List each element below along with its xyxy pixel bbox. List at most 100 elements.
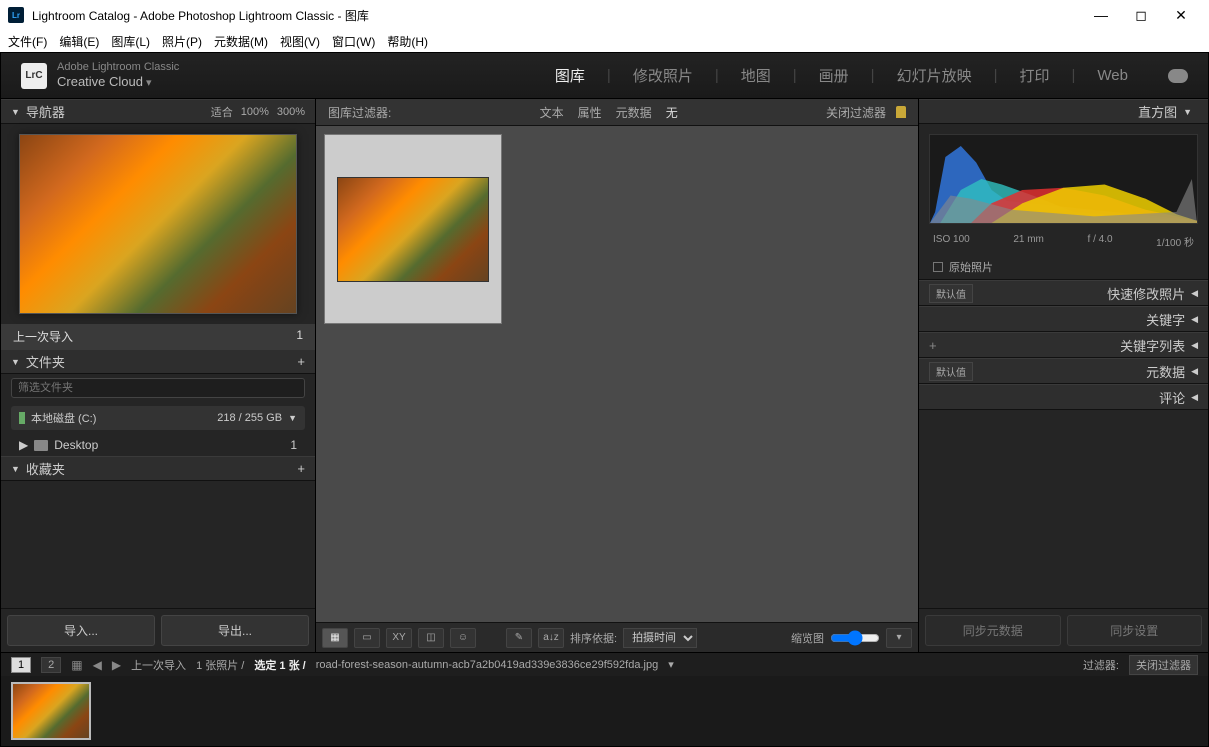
add-folder-icon[interactable]: + <box>297 354 305 369</box>
quick-develop-header[interactable]: 默认值 快速修改照片 ◀ <box>919 280 1208 306</box>
navigator-preview[interactable] <box>19 134 297 314</box>
grid-view-button[interactable]: ▦ <box>322 628 348 648</box>
menu-help[interactable]: 帮助(H) <box>387 33 428 50</box>
menu-metadata[interactable]: 元数据(M) <box>214 33 268 50</box>
volume-label: 本地磁盘 (C:) <box>31 410 96 426</box>
keywords-title: 关键字 <box>1146 310 1185 329</box>
zoom-300[interactable]: 300% <box>277 106 305 118</box>
survey-view-button[interactable]: ◫ <box>418 628 444 648</box>
collapse-icon: ◀ <box>1191 314 1198 325</box>
quickdev-preset[interactable]: 默认值 <box>929 284 973 303</box>
next-icon[interactable]: ▶ <box>112 658 121 672</box>
menu-library[interactable]: 图库(L) <box>111 33 150 50</box>
sort-direction-button[interactable]: a↓z <box>538 628 564 648</box>
left-panel: ▼ 导航器 适合 100% 300% 上一次导入 1 ▼ 文件夹 + <box>1 99 316 652</box>
screen-2-button[interactable]: 2 <box>41 657 61 673</box>
folder-filter-input[interactable] <box>11 378 305 398</box>
strip-selected: 选定 1 张 / <box>254 657 305 673</box>
volume-row[interactable]: 本地磁盘 (C:) 218 / 255 GB ▼ <box>11 406 305 430</box>
histo-shutter: 1/100 秒 <box>1156 234 1194 249</box>
menu-edit[interactable]: 编辑(E) <box>59 33 99 50</box>
comments-header[interactable]: 评论 ◀ <box>919 384 1208 410</box>
strip-filter-value[interactable]: 关闭过滤器 <box>1129 655 1198 675</box>
navigator-header[interactable]: ▼ 导航器 适合 100% 300% <box>1 99 315 124</box>
keyword-list-title: 关键字列表 <box>1120 336 1185 355</box>
filter-close[interactable]: 关闭过滤器 <box>826 104 886 121</box>
sort-select[interactable]: 拍摄时间 <box>623 628 697 648</box>
strip-filter-label: 过滤器: <box>1083 657 1119 673</box>
folder-icon <box>34 440 48 451</box>
histo-aperture: f / 4.0 <box>1088 234 1113 249</box>
right-panel: 直方图 ▼ ISO 100 21 mm f / 4.0 1/100 秒 <box>918 99 1208 652</box>
loupe-view-button[interactable]: ▭ <box>354 628 380 648</box>
library-filter-bar: 图库过滤器: 文本 属性 元数据 无 关闭过滤器 <box>316 99 918 126</box>
histogram-chart[interactable] <box>929 134 1198 224</box>
prev-icon[interactable]: ◀ <box>93 658 102 672</box>
keyword-list-header[interactable]: + 关键字列表 ◀ <box>919 332 1208 358</box>
menu-file[interactable]: 文件(F) <box>8 33 47 50</box>
grid-icon[interactable]: ▦ <box>71 658 82 672</box>
maximize-button[interactable]: ◻ <box>1121 7 1161 24</box>
filmstrip-thumb[interactable] <box>11 682 91 740</box>
toolbar-chevron-icon[interactable]: ▾ <box>886 628 912 648</box>
filter-metadata[interactable]: 元数据 <box>616 104 652 121</box>
add-collection-icon[interactable]: + <box>297 461 305 476</box>
filmstrip[interactable] <box>1 676 1208 746</box>
collapse-icon: ◀ <box>1191 392 1198 403</box>
compare-view-button[interactable]: XY <box>386 628 412 648</box>
metadata-title: 元数据 <box>1146 362 1185 381</box>
thumb-size-slider[interactable] <box>830 630 880 646</box>
cloud-sync-icon[interactable] <box>1168 69 1188 83</box>
menu-photo[interactable]: 照片(P) <box>162 33 202 50</box>
painter-tool-button[interactable]: ✎ <box>506 628 532 648</box>
filter-none[interactable]: 无 <box>666 104 678 121</box>
module-book[interactable]: 画册 <box>815 63 853 88</box>
thumbnail-cell[interactable] <box>324 134 502 324</box>
module-library[interactable]: 图库 <box>551 63 589 88</box>
filter-text[interactable]: 文本 <box>540 104 564 121</box>
original-photo-label: 原始照片 <box>949 259 993 275</box>
app-logo-icon: Lr <box>8 7 24 23</box>
window-titlebar: Lr Lightroom Catalog - Adobe Photoshop L… <box>0 0 1209 30</box>
strip-source[interactable]: 上一次导入 <box>131 657 186 673</box>
close-button[interactable]: ✕ <box>1161 7 1201 24</box>
collections-header[interactable]: ▼ 收藏夹 + <box>1 456 315 481</box>
sync-settings-button[interactable]: 同步设置 <box>1067 615 1203 646</box>
thumbnail-image <box>337 177 489 282</box>
grid-view[interactable] <box>316 126 918 622</box>
histogram-header[interactable]: 直方图 ▼ <box>919 99 1208 124</box>
histogram-info: ISO 100 21 mm f / 4.0 1/100 秒 <box>919 234 1208 255</box>
collapse-icon: ◀ <box>1191 288 1198 299</box>
module-web[interactable]: Web <box>1093 65 1132 86</box>
module-map[interactable]: 地图 <box>737 63 775 88</box>
people-view-button[interactable]: ☺ <box>450 628 476 648</box>
zoom-fit[interactable]: 适合 <box>211 104 233 120</box>
navigator-title: 导航器 <box>26 102 65 121</box>
previous-import-row[interactable]: 上一次导入 1 <box>1 324 315 349</box>
module-print[interactable]: 打印 <box>1016 63 1054 88</box>
metadata-header[interactable]: 默认值 元数据 ◀ <box>919 358 1208 384</box>
keywords-header[interactable]: 关键字 ◀ <box>919 306 1208 332</box>
collapse-icon: ▼ <box>1183 107 1192 117</box>
import-button[interactable]: 导入... <box>7 615 155 646</box>
zoom-100[interactable]: 100% <box>241 106 269 118</box>
screen-1-button[interactable]: 1 <box>11 657 31 673</box>
menu-view[interactable]: 视图(V) <box>280 33 320 50</box>
sort-label: 排序依据: <box>570 630 617 646</box>
metadata-preset[interactable]: 默认值 <box>929 362 973 381</box>
add-keyword-icon[interactable]: + <box>929 338 937 353</box>
filter-attribute[interactable]: 属性 <box>578 104 602 121</box>
menu-window[interactable]: 窗口(W) <box>332 33 375 50</box>
original-photo-row[interactable]: 原始照片 <box>919 255 1208 280</box>
sync-metadata-button[interactable]: 同步元数据 <box>925 615 1061 646</box>
lock-icon[interactable] <box>896 106 906 118</box>
folder-item[interactable]: ▶ Desktop 1 <box>1 434 315 456</box>
minimize-button[interactable]: — <box>1081 7 1121 23</box>
module-develop[interactable]: 修改照片 <box>629 63 697 88</box>
folders-title: 文件夹 <box>26 352 65 371</box>
export-button[interactable]: 导出... <box>161 615 309 646</box>
folders-header[interactable]: ▼ 文件夹 + <box>1 349 315 374</box>
collapse-icon: ◀ <box>1191 366 1198 377</box>
module-slideshow[interactable]: 幻灯片放映 <box>893 63 976 88</box>
dropdown-icon[interactable]: ▾ <box>668 658 674 671</box>
